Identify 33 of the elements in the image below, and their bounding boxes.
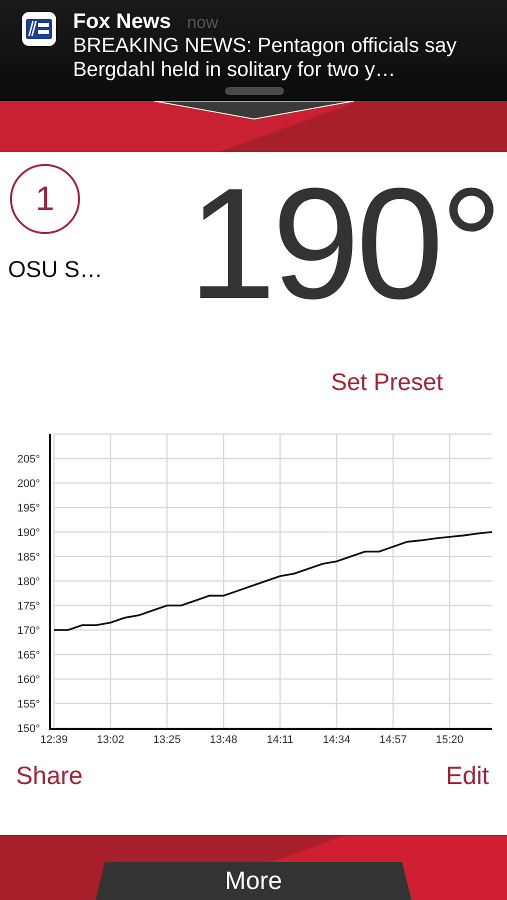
x-tick-label: 13:02 [96,734,124,744]
temperature-reading: 190° [188,174,499,334]
x-tick-label: 12:39 [40,734,68,744]
drag-handle[interactable] [225,87,284,95]
x-tick-label: 15:20 [436,734,464,744]
set-preset-link[interactable]: Set Preset [330,369,443,424]
y-tick-label: 185° [17,552,40,564]
y-tick-label: 190° [17,527,40,539]
y-tick-label: 175° [17,600,40,612]
y-tick-label: 170° [17,625,40,637]
y-tick-label: 160° [17,674,40,686]
y-tick-label: 180° [17,576,40,588]
app-name: Fox News [73,10,172,34]
probe-name: OSU S… [8,256,103,283]
x-tick-label: 13:25 [153,734,181,744]
x-tick-label: 14:57 [379,734,407,744]
y-tick-label: 155° [17,698,40,710]
notification-message: BREAKING NEWS: Pentagon officials say Bergdahl held in solitary for two y… [73,34,458,82]
more-button[interactable]: More [96,862,412,900]
x-tick-label: 14:11 [266,734,294,744]
share-link[interactable]: Share [16,762,83,791]
chevron-icon[interactable] [154,101,354,121]
y-tick-label: 205° [17,454,40,466]
probe-number: 1 [10,164,80,234]
y-tick-label: 165° [17,650,40,662]
edit-link[interactable]: Edit [446,762,489,791]
x-tick-label: 14:34 [322,734,350,744]
y-tick-label: 200° [17,478,40,490]
x-tick-label: 13:48 [210,734,238,744]
notification-time: now [187,13,218,33]
news-app-icon [22,12,56,46]
y-tick-label: 195° [17,502,40,514]
y-tick-label: 150° [17,723,40,735]
